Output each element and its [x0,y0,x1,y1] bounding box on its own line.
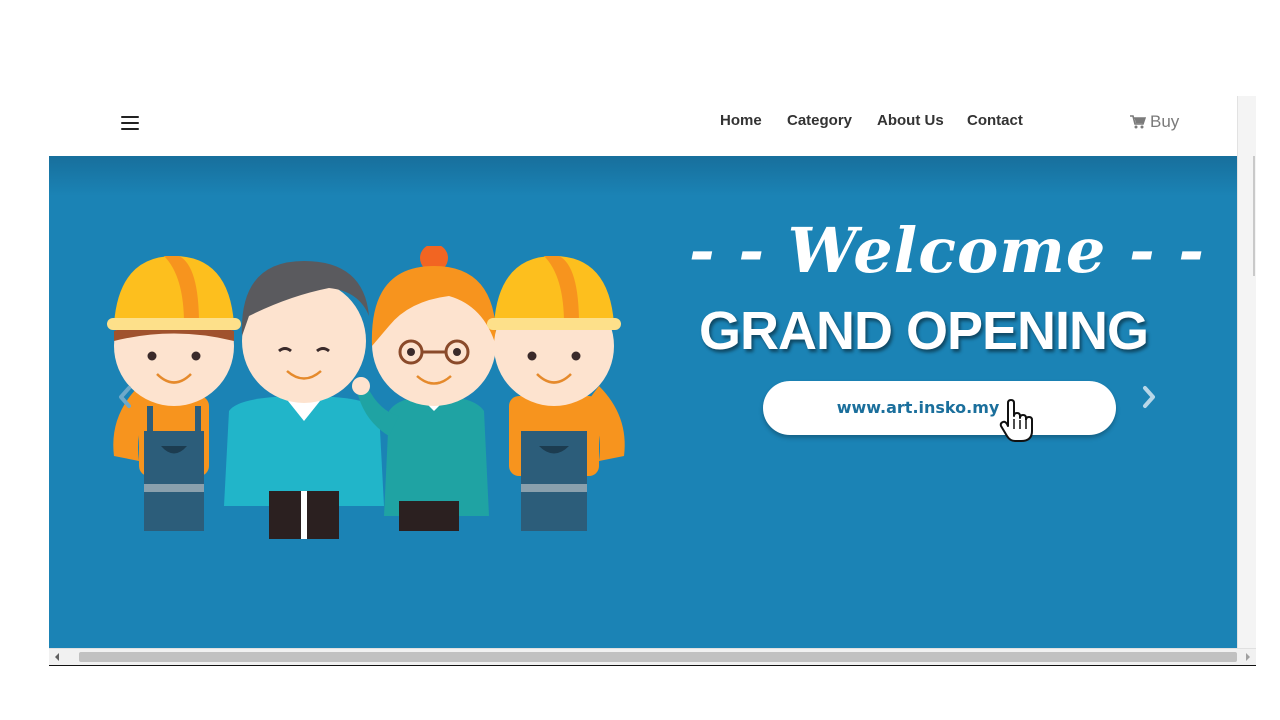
menu-button[interactable] [121,116,139,130]
horizontal-scrollbar[interactable] [49,648,1256,665]
buy-button[interactable]: Buy [1130,112,1179,132]
nav-home-link[interactable]: Home [720,112,762,129]
hamburger-icon [121,116,139,118]
chevron-right-icon[interactable] [1139,382,1159,412]
worker-right [487,256,625,531]
vertical-scrollbar[interactable] [1237,96,1256,648]
nav-about-us-link[interactable]: About Us [877,112,944,129]
welcome-heading: - - Welcome - - [689,214,1205,287]
hero-carousel: - - Welcome - - GRAND OPENING www.art.in… [49,156,1238,648]
workers-illustration [107,246,625,539]
scroll-right-icon[interactable] [1240,649,1256,665]
horizontal-scrollbar-thumb[interactable] [79,652,1237,662]
grand-opening-heading: GRAND OPENING [699,301,1149,361]
top-navbar: Home Category About Us Contact Buy [49,96,1238,156]
shopping-cart-icon [1130,115,1146,129]
page-frame: Home Category About Us Contact Buy - - W… [49,96,1256,666]
hand-pointer-icon [999,399,1033,442]
website-url-button[interactable]: www.art.insko.my [763,381,1116,442]
vertical-scrollbar-thumb[interactable] [1253,156,1255,276]
scroll-left-icon[interactable] [49,649,65,665]
chevron-left-icon[interactable] [115,382,135,412]
nav-category-link[interactable]: Category [787,112,852,129]
buy-label: Buy [1150,112,1180,131]
nav-contact-link[interactable]: Contact [967,112,1023,129]
